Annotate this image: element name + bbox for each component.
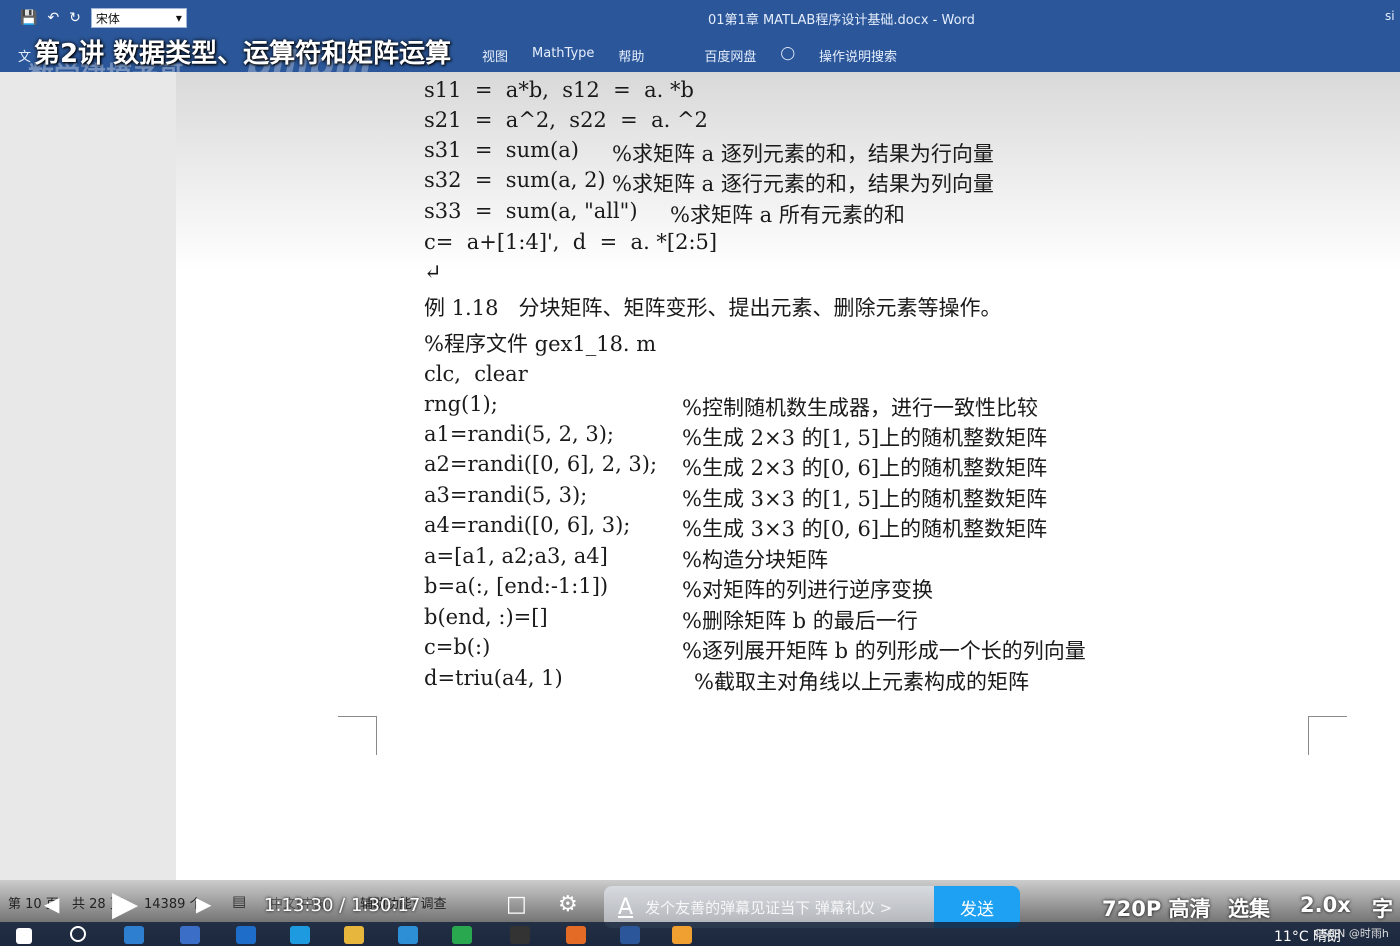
danmu-style-icon[interactable]: A [618,895,633,920]
page-corner-mark-left [338,716,377,755]
code-comment: %删除矩阵 b 的最后一行 [682,609,918,633]
page-corner-mark-right [1308,716,1347,755]
ribbon-tabs: 视图 MathType 帮助 百度网盘 ◯ 操作说明搜索 [482,46,921,65]
matlab-icon[interactable] [566,926,586,944]
windows-start-icon[interactable] [16,928,32,944]
playback-time: 1:13:30 / 1:30:17 [264,895,420,916]
time-current: 1:13:30 [264,895,334,916]
tab-view[interactable]: 视图 [482,46,508,65]
code-comment: %生成 2×3 的[0, 6]上的随机整数矩阵 [682,456,1048,480]
time-separator: / [339,895,346,916]
taskbar-app-icon[interactable] [672,926,692,944]
status-word-count[interactable]: 14389 个 [144,893,203,912]
code-comment: %对矩阵的列进行逆序变换 [682,578,933,602]
taskbar-app-icon[interactable] [124,926,144,944]
redo-icon[interactable]: ↻ [69,10,81,26]
code-comment: %求矩阵 a 逐行元素的和，结果为列向量 [612,172,994,196]
para-mark: ↵ [424,260,442,284]
code-line: a=[a1, a2;a3, a4] [424,544,608,568]
undo-icon[interactable]: ↶ [47,10,59,26]
code-comment: %求矩阵 a 所有元素的和 [670,203,905,227]
document-title: 01第1章 MATLAB程序设计基础.docx - Word [708,13,975,28]
code-comment: %生成 2×3 的[1, 5]上的随机整数矩阵 [682,426,1048,450]
code-comment: %求矩阵 a 逐列元素的和，结果为行向量 [612,142,994,166]
code-line: clc, clear [424,362,528,386]
font-name-value: 宋体 [95,11,120,26]
code-line: s31 = sum(a) [424,138,579,162]
account-name[interactable]: si [1385,9,1395,23]
font-name-select[interactable]: 宋体 ▾ [90,8,187,28]
tell-me-search[interactable]: 操作说明搜索 [819,46,897,65]
skip-back-icon[interactable]: ◀ [44,892,59,916]
taskbar-app-icon[interactable] [510,926,530,944]
folder-icon[interactable] [344,926,364,944]
code-comment: %截取主对角线以上元素构成的矩阵 [694,670,1029,694]
code-line: a3=randi(5, 3); [424,483,588,507]
tab-mathtype[interactable]: MathType [532,46,594,65]
code-line: a2=randi([0, 6], 2, 3); [424,452,658,476]
skip-forward-icon[interactable]: ▶ [196,892,211,916]
tab-baidu-netdisk[interactable]: 百度网盘 [704,46,756,65]
chevron-down-icon: ▾ [175,11,182,25]
code-line: s11 = a*b, s12 = a. *b [424,78,694,102]
play-icon[interactable]: ▶ [112,884,138,924]
code-line: s32 = sum(a, 2) [424,168,606,192]
code-line: b=a(:, [end:-1:1]) [424,574,609,598]
code-line: b(end, :)=[] [424,605,548,629]
lightbulb-icon: ◯ [780,46,795,61]
code-line: s21 = a^2, s22 = a. ^2 [424,108,708,132]
code-comment: %构造分块矩阵 [682,548,828,572]
windows-taskbar [0,922,1400,946]
code-line: rng(1); [424,392,498,416]
wechat-icon[interactable] [452,926,472,944]
code-line: c= a+[1:4]', d = a. *[2:5] [424,230,718,254]
time-total: 1:30:17 [350,895,421,916]
danmu-toggle-icon[interactable]: □ [506,892,527,917]
edge-icon[interactable] [290,926,310,944]
code-line: c=b(:) [424,635,491,659]
subtitle-button[interactable]: 字 [1372,893,1393,923]
code-comment: %生成 3×3 的[0, 6]上的随机整数矩阵 [682,517,1048,541]
code-comment: %逐列展开矩阵 b 的列形成一个长的列向量 [682,639,1086,663]
quality-button[interactable]: 720P 高清 [1102,893,1211,923]
word-icon[interactable] [620,926,640,944]
file-comment: %程序文件 gex1_18. m [424,332,657,356]
episodes-button[interactable]: 选集 [1228,893,1270,923]
tab-help[interactable]: 帮助 [618,46,644,65]
taskbar-app-icon[interactable] [180,926,200,944]
example-heading: 例 1.18 分块矩阵、矩阵变形、提出元素、删除元素等操作。 [424,296,1002,320]
csdn-watermark: CSDN @时雨h [1314,927,1389,940]
read-mode-icon[interactable]: ▤ [232,892,246,910]
quick-access-toolbar: 💾 ↶ ↻ 宋体 ▾ [20,6,187,30]
code-line: a4=randi([0, 6], 3); [424,513,631,537]
search-icon[interactable] [70,926,86,942]
code-line: a1=randi(5, 2, 3); [424,422,614,446]
document-gutter [0,72,176,880]
code-comment: %控制随机数生成器，进行一致性比较 [682,396,1038,420]
danmu-placeholder: 发个友善的弹幕见证当下 弹幕礼仪 > [645,898,893,917]
danmu-settings-icon[interactable]: ⚙ [558,892,578,917]
save-icon[interactable]: 💾 [20,10,37,26]
taskbar-app-icon[interactable] [236,926,256,944]
code-line: s33 = sum(a, "all") [424,199,638,223]
code-line: d=triu(a4, 1) [424,666,563,690]
code-comment: %生成 3×3 的[1, 5]上的随机整数矩阵 [682,487,1048,511]
speed-button[interactable]: 2.0x [1300,893,1351,917]
taskbar-app-icon[interactable] [398,926,418,944]
video-title: 第2讲 数据类型、运算符和矩阵运算 [34,39,452,69]
